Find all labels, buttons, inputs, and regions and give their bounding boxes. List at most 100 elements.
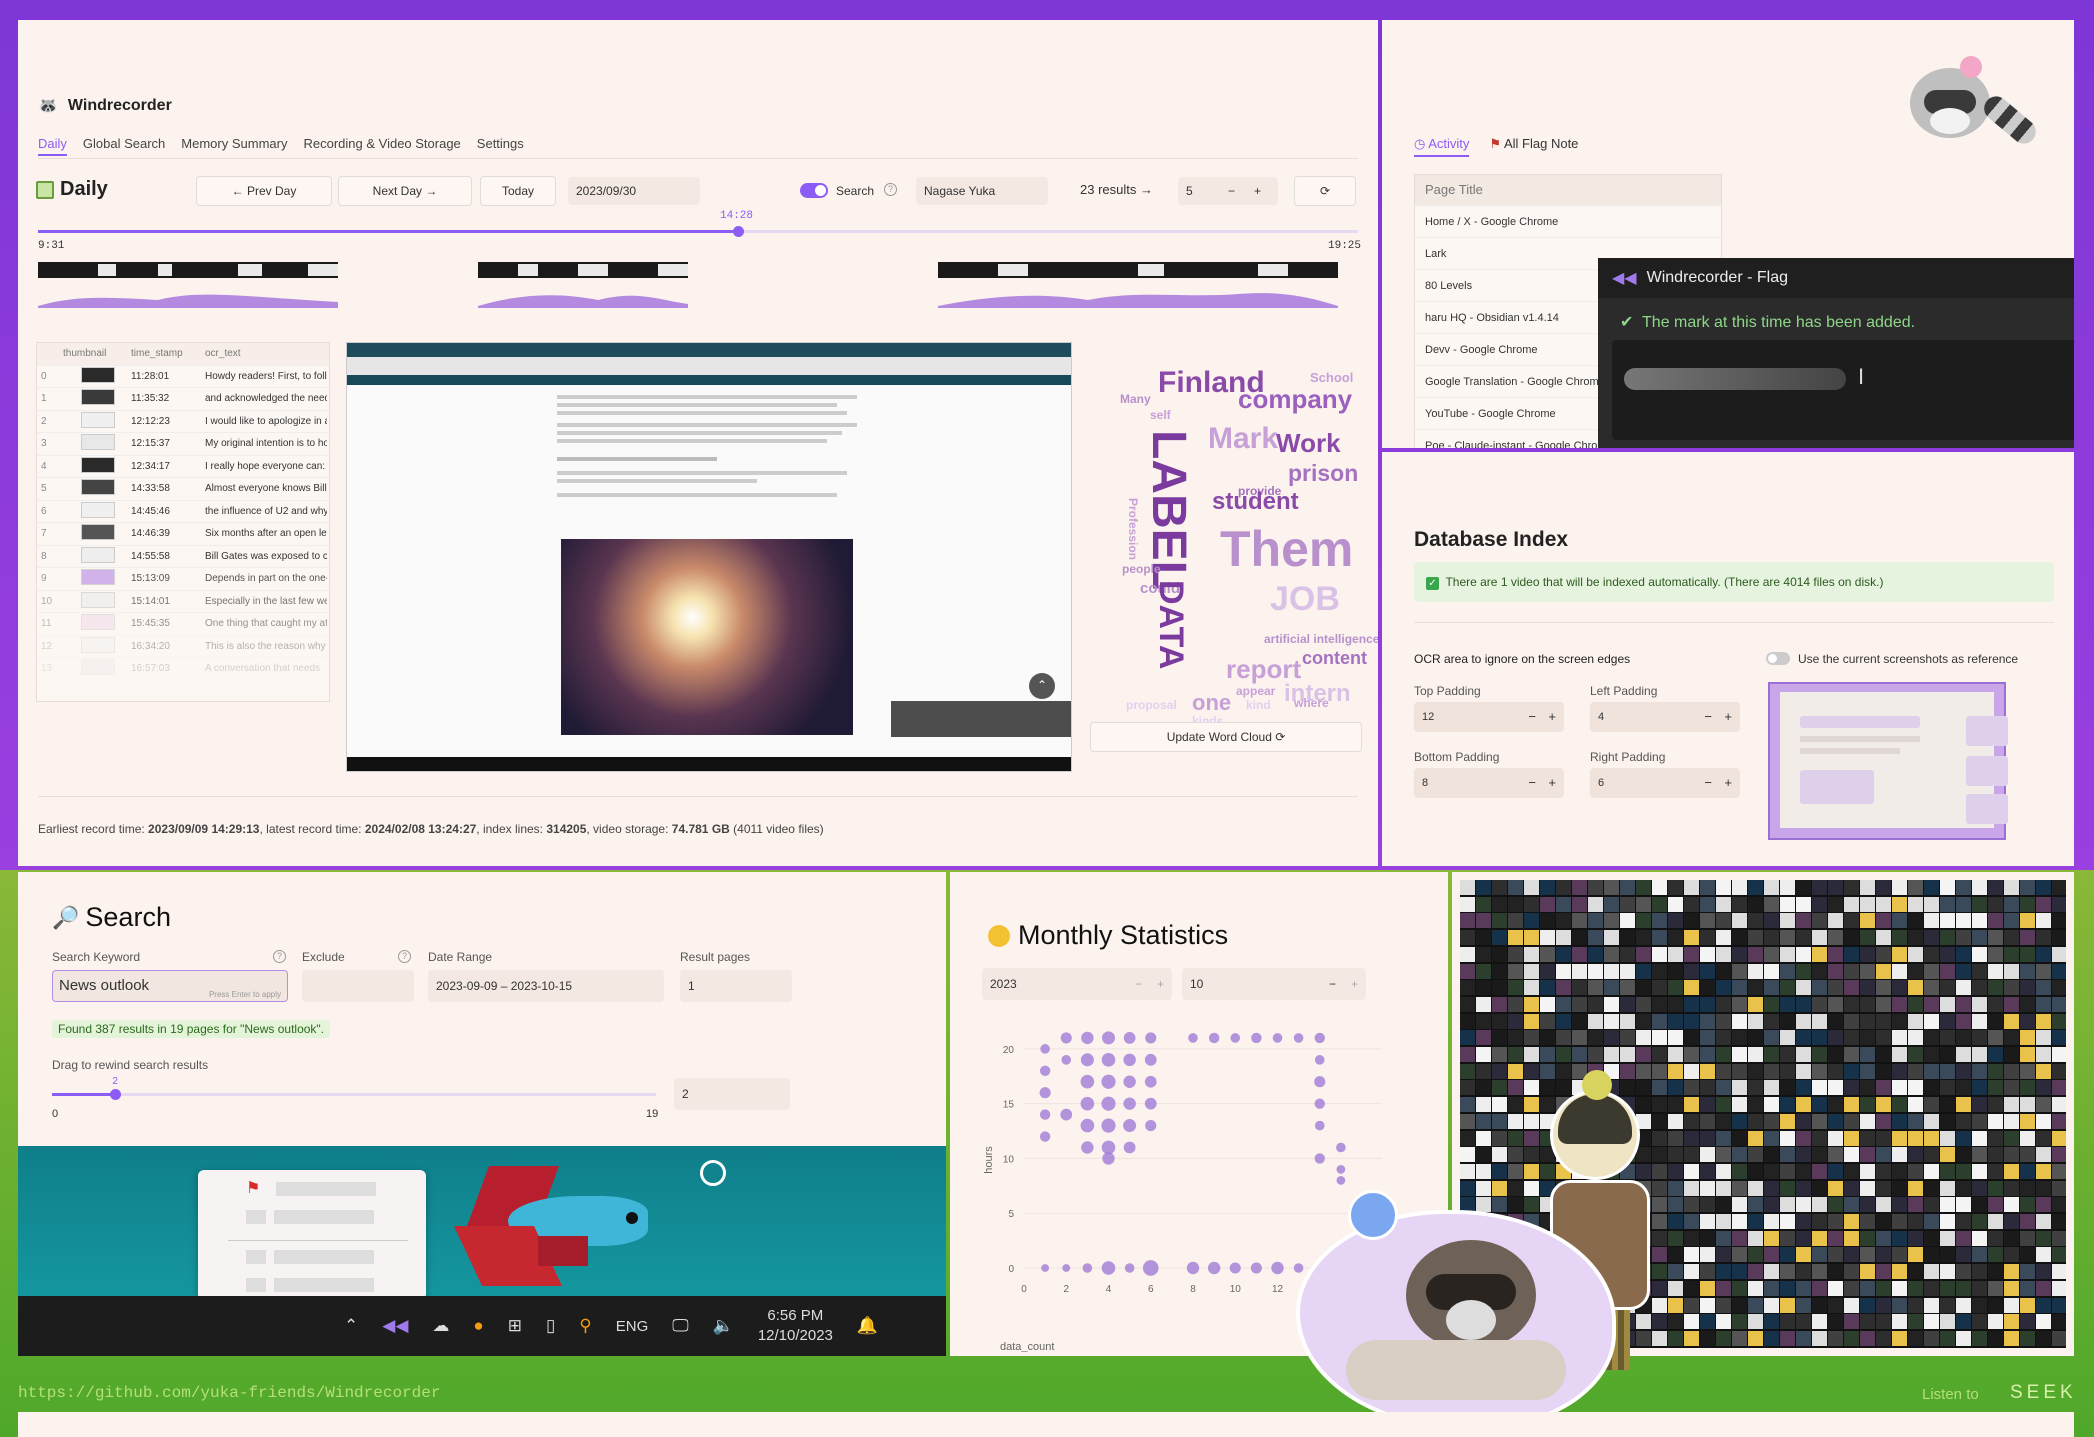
volume-icon[interactable]: 🔈: [713, 1316, 734, 1336]
table-row[interactable]: 3 12:15:37 My original intention is to ho: [37, 433, 329, 456]
table-row[interactable]: 9 15:13:09 Depends in part on the one-: [37, 568, 329, 591]
month-select[interactable]: 10 − +: [1182, 968, 1366, 1000]
minus-button[interactable]: −: [1329, 968, 1336, 1000]
keyword-input[interactable]: News outlook Press Enter to apply: [52, 970, 288, 1002]
tab-settings[interactable]: Settings: [477, 136, 524, 156]
notification-icon[interactable]: 🔔: [857, 1316, 878, 1336]
refresh-button[interactable]: ⟳: [1294, 176, 1356, 206]
update-word-cloud-button[interactable]: Update Word Cloud ⟳: [1090, 722, 1362, 752]
windows-icon[interactable]: ⊞: [508, 1316, 522, 1336]
github-link[interactable]: https://github.com/yuka-friends/Windreco…: [18, 1384, 440, 1402]
daily-search-input[interactable]: Nagase Yuka: [916, 177, 1048, 205]
grid-thumbnail: [1492, 963, 1507, 979]
date-range-input[interactable]: 2023-09-09 – 2023-10-15: [428, 970, 664, 1002]
minus-button[interactable]: −: [1228, 177, 1235, 205]
data-point: [1229, 1262, 1241, 1274]
table-row[interactable]: 5 14:33:58 Almost everyone knows Bill: [37, 478, 329, 501]
data-point: [1101, 1074, 1116, 1089]
grid-thumbnail: [1732, 1330, 1747, 1346]
left-padding-input[interactable]: 4− +: [1590, 702, 1740, 732]
time-slider[interactable]: [38, 226, 1358, 237]
table-row[interactable]: 2 12:12:23 I would like to apologize in a: [37, 411, 329, 433]
grid-thumbnail: [1908, 1113, 1923, 1129]
plus-button[interactable]: +: [1157, 968, 1164, 1000]
clock[interactable]: 6:56 PM 12/10/2023: [758, 1306, 833, 1346]
top-button[interactable]: ⌃: [1029, 673, 1055, 699]
chevron-up-icon[interactable]: ⌃: [344, 1316, 358, 1336]
prev-day-button[interactable]: ← Prev Day: [196, 176, 332, 206]
year-select[interactable]: 2023 − +: [982, 968, 1172, 1000]
plus-button[interactable]: +: [1548, 768, 1556, 798]
grid-thumbnail: [1524, 896, 1539, 912]
table-row[interactable]: 13 16:57:03 A conversation that needs: [37, 658, 329, 681]
language-indicator[interactable]: ENG: [616, 1318, 649, 1335]
reference-toggle[interactable]: [1766, 652, 1790, 665]
network-icon[interactable]: 🖵: [672, 1316, 688, 1336]
top-padding-input[interactable]: 12− +: [1414, 702, 1564, 732]
flag-note-input[interactable]: I: [1612, 340, 2074, 440]
minus-button[interactable]: −: [1528, 768, 1536, 798]
plus-button[interactable]: +: [1351, 968, 1358, 1000]
windrecorder-tray-icon[interactable]: ◀◀: [382, 1316, 408, 1336]
table-row[interactable]: 4 12:34:17 I really hope everyone can: l: [37, 456, 329, 478]
data-point: [1336, 1142, 1346, 1153]
grid-thumbnail: [1828, 1097, 1843, 1113]
table-row[interactable]: 8 14:55:58 Bill Gates was exposed to co: [37, 546, 329, 568]
cloud-icon[interactable]: ☁: [432, 1316, 449, 1336]
time-slider-handle[interactable]: [732, 226, 744, 237]
results-link[interactable]: 23 results →: [1080, 182, 1153, 197]
minus-button[interactable]: −: [1135, 968, 1142, 1000]
grid-thumbnail: [1924, 980, 1939, 996]
table-row[interactable]: 6 14:45:46 the influence of U2 and why: [37, 501, 329, 523]
grid-thumbnail: [1700, 980, 1715, 996]
bottom-padding-input[interactable]: 8− +: [1414, 768, 1564, 798]
minus-button[interactable]: −: [1704, 768, 1712, 798]
grid-thumbnail: [1684, 946, 1699, 962]
grid-thumbnail: [1972, 880, 1987, 895]
step-input[interactable]: 5 − +: [1178, 177, 1278, 205]
next-day-button[interactable]: Next Day →: [338, 176, 472, 206]
usb-icon[interactable]: ▯: [546, 1316, 555, 1336]
today-button[interactable]: Today: [480, 176, 556, 206]
plus-button[interactable]: +: [1724, 768, 1732, 798]
grid-thumbnail: [1732, 1080, 1747, 1096]
result-pages-input[interactable]: 1: [680, 970, 792, 1002]
search-toggle[interactable]: [800, 183, 828, 198]
search-slider-handle[interactable]: [110, 1089, 122, 1100]
table-row[interactable]: 7 14:46:39 Six months after an open let: [37, 523, 329, 546]
menu-item[interactable]: [246, 1182, 386, 1198]
tab-activity[interactable]: ◷ Activity: [1414, 136, 1470, 157]
tab-all-flag-note[interactable]: ⚑ All Flag Note: [1489, 136, 1578, 157]
date-input[interactable]: 2023/09/30: [568, 177, 700, 205]
page-input[interactable]: 2: [674, 1078, 790, 1110]
table-row[interactable]: 11 15:45:35 One thing that caught my at: [37, 613, 329, 636]
activity-row[interactable]: Home / X - Google Chrome: [1415, 205, 1721, 237]
grid-thumbnail: [1700, 1297, 1715, 1313]
tab-daily[interactable]: Daily: [38, 136, 67, 156]
plus-button[interactable]: +: [1254, 177, 1261, 205]
tab-memory-summary[interactable]: Memory Summary: [181, 136, 287, 156]
table-row[interactable]: 12 16:34:20 This is also the reason why I: [37, 636, 329, 658]
tab-global-search[interactable]: Global Search: [83, 136, 165, 156]
orange-app-icon[interactable]: ●: [473, 1316, 483, 1336]
right-padding-input[interactable]: 6− +: [1590, 768, 1740, 798]
table-row[interactable]: 0 11:28:01 Howdy readers! First, to follo: [37, 366, 329, 388]
grid-thumbnail: [1940, 1230, 1955, 1246]
table-row[interactable]: 1 11:35:32 and acknowledged the need: [37, 388, 329, 411]
grid-thumbnail: [1556, 1030, 1571, 1046]
grid-thumbnail: [2020, 1047, 2035, 1062]
tab-recording[interactable]: Recording & Video Storage: [303, 136, 460, 156]
minus-button[interactable]: −: [1528, 702, 1536, 732]
search-tray-icon[interactable]: ⚲: [579, 1316, 591, 1336]
menu-item[interactable]: [246, 1278, 386, 1294]
plus-button[interactable]: +: [1724, 702, 1732, 732]
table-row[interactable]: 10 15:14:01 Especially in the last few we: [37, 591, 329, 613]
plus-button[interactable]: +: [1548, 702, 1556, 732]
search-slider[interactable]: [52, 1089, 656, 1100]
minus-button[interactable]: −: [1704, 702, 1712, 732]
grid-thumbnail: [1908, 1314, 1923, 1330]
exclude-input[interactable]: [302, 970, 414, 1002]
grid-thumbnail: [1556, 880, 1571, 895]
menu-item[interactable]: [246, 1210, 386, 1226]
menu-item[interactable]: [246, 1250, 386, 1266]
